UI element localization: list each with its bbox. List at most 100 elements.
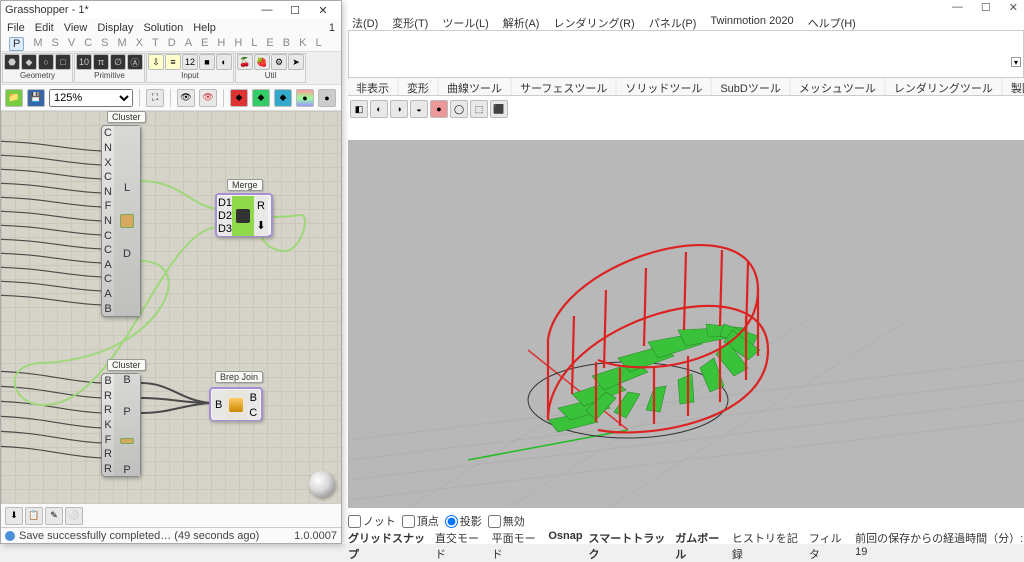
zoom-select[interactable]: 125%: [49, 89, 133, 107]
tab-letter[interactable]: E: [266, 37, 273, 51]
menu-item[interactable]: 解析(A): [499, 14, 544, 30]
tool-icon[interactable]: ○: [38, 54, 54, 70]
tab-letter[interactable]: E: [201, 37, 208, 51]
tool-icon[interactable]: ⬚: [470, 100, 488, 118]
shade-icon[interactable]: ●: [318, 89, 336, 107]
tab[interactable]: 曲線ツール: [439, 78, 510, 95]
shade-icon[interactable]: ◆: [274, 89, 292, 107]
tab[interactable]: 変形: [399, 78, 437, 95]
chk-vertex[interactable]: 頂点: [402, 513, 439, 529]
tool-icon[interactable]: ⬛: [490, 100, 508, 118]
tool-icon[interactable]: ◑: [390, 100, 408, 118]
close-icon[interactable]: ✕: [1009, 1, 1018, 14]
tab[interactable]: 非表示: [348, 78, 397, 95]
close-icon[interactable]: ✕: [309, 4, 337, 17]
gh-titlebar[interactable]: Grasshopper - 1* — ☐ ✕: [1, 1, 341, 19]
tool-icon[interactable]: ➤: [288, 54, 304, 70]
menu-edit[interactable]: Edit: [35, 22, 54, 34]
compass-icon[interactable]: [309, 471, 335, 497]
status-item[interactable]: グリッドスナップ: [348, 530, 429, 544]
tool-icon[interactable]: π: [93, 54, 109, 70]
tab-letter[interactable]: X: [136, 37, 143, 51]
tab-letter[interactable]: H: [234, 37, 242, 51]
shade-icon[interactable]: ◆: [252, 89, 270, 107]
tab[interactable]: SubDツール: [712, 78, 789, 95]
cluster-component[interactable]: CNXCNFNCCACAB LD: [101, 125, 141, 317]
tab-letter[interactable]: M: [118, 37, 127, 51]
brep-join-component[interactable]: B BC: [209, 387, 263, 421]
dropdown-icon[interactable]: ▾: [1011, 57, 1021, 67]
status-item[interactable]: 直交モード: [435, 530, 486, 544]
gh-canvas[interactable]: Cluster CNXCNFNCCACAB LD Merge D1D2D3 R⬇…: [1, 111, 341, 503]
gh-menubar[interactable]: File Edit View Display Solution Help 1: [1, 19, 341, 37]
maximize-icon[interactable]: ☐: [981, 1, 991, 14]
maximize-icon[interactable]: ☐: [281, 4, 309, 17]
menu-view[interactable]: View: [64, 22, 88, 34]
tool-icon[interactable]: ⚪: [65, 507, 83, 525]
menu-file[interactable]: File: [7, 22, 25, 34]
menu-item[interactable]: 法(D): [348, 14, 382, 30]
tab-letter[interactable]: S: [101, 37, 108, 51]
tab-letter[interactable]: B: [283, 37, 290, 51]
tab[interactable]: サーフェスツール: [512, 78, 615, 95]
wireframe-icon[interactable]: 👁: [199, 89, 217, 107]
tool-icon[interactable]: 📋: [25, 507, 43, 525]
rhino-viewport[interactable]: [348, 140, 1024, 508]
menu-display[interactable]: Display: [97, 22, 133, 34]
tool-icon[interactable]: 12: [182, 54, 198, 70]
tab-letter[interactable]: D: [168, 37, 176, 51]
menu-help[interactable]: Help: [193, 22, 216, 34]
menu-item[interactable]: ヘルプ(H): [804, 14, 860, 30]
menu-item[interactable]: ツール(L): [438, 14, 492, 30]
chk-knot[interactable]: ノット: [348, 513, 396, 529]
tab-letter[interactable]: T: [152, 37, 159, 51]
status-item[interactable]: ガムボール: [675, 530, 726, 544]
rhino-command[interactable]: ▾: [348, 30, 1024, 78]
tool-icon[interactable]: ⇩: [148, 54, 164, 70]
tab[interactable]: 製図: [1003, 78, 1024, 95]
cluster-component[interactable]: BRRKFRR BPP: [101, 373, 141, 477]
tool-icon[interactable]: ◒: [410, 100, 428, 118]
tool-icon[interactable]: ≡: [165, 54, 181, 70]
chk-disable[interactable]: 無効: [488, 513, 525, 529]
tab-letter[interactable]: M: [33, 37, 42, 51]
tool-icon[interactable]: ◐: [370, 100, 388, 118]
menu-solution[interactable]: Solution: [143, 22, 183, 34]
tool-icon[interactable]: ◆: [21, 54, 37, 70]
rhino-toolbar-tabs[interactable]: 非表示 変形 曲線ツール サーフェスツール ソリッドツール SubDツール メッ…: [348, 78, 1024, 96]
tab-letter[interactable]: P: [9, 37, 24, 51]
tab[interactable]: メッシュツール: [791, 78, 884, 95]
tab-letter[interactable]: L: [315, 37, 321, 51]
shade-icon[interactable]: ●: [296, 89, 314, 107]
menu-item[interactable]: 変形(T): [388, 14, 432, 30]
tool-icon[interactable]: 10: [76, 54, 92, 70]
tab-letter[interactable]: S: [52, 37, 59, 51]
open-icon[interactable]: 📁: [5, 89, 23, 107]
save-icon[interactable]: 💾: [27, 89, 45, 107]
status-item[interactable]: 平面モード: [492, 530, 543, 544]
tool-icon[interactable]: ●: [430, 100, 448, 118]
status-item[interactable]: スマートトラック: [589, 530, 670, 544]
tab-letter[interactable]: A: [185, 37, 192, 51]
tab-letter[interactable]: K: [299, 37, 306, 51]
tool-icon[interactable]: □: [55, 54, 71, 70]
chk-project[interactable]: 投影: [445, 513, 482, 529]
minimize-icon[interactable]: —: [253, 4, 281, 16]
zoom-extents-icon[interactable]: ⛶: [146, 89, 164, 107]
menu-item[interactable]: パネル(P): [645, 14, 701, 30]
preview-icon[interactable]: 👁: [177, 89, 195, 107]
tool-icon[interactable]: ⬣: [4, 54, 20, 70]
tool-icon[interactable]: ◐: [216, 54, 232, 70]
status-item[interactable]: フィルタ: [809, 530, 849, 544]
tool-icon[interactable]: ◧: [350, 100, 368, 118]
tool-icon[interactable]: ■: [199, 54, 215, 70]
tool-icon[interactable]: Ⓐ: [127, 54, 143, 70]
minimize-icon[interactable]: —: [952, 1, 963, 13]
tool-icon[interactable]: ✎: [45, 507, 63, 525]
tool-icon[interactable]: ⚙: [271, 54, 287, 70]
menu-item[interactable]: レンダリング(R): [549, 14, 638, 30]
shade-icon[interactable]: ◆: [230, 89, 248, 107]
tool-icon[interactable]: ◯: [450, 100, 468, 118]
tab-letter[interactable]: V: [68, 37, 75, 51]
gh-category-tabs[interactable]: P M S V C S M X T D A E H H L E B K L: [1, 37, 341, 51]
